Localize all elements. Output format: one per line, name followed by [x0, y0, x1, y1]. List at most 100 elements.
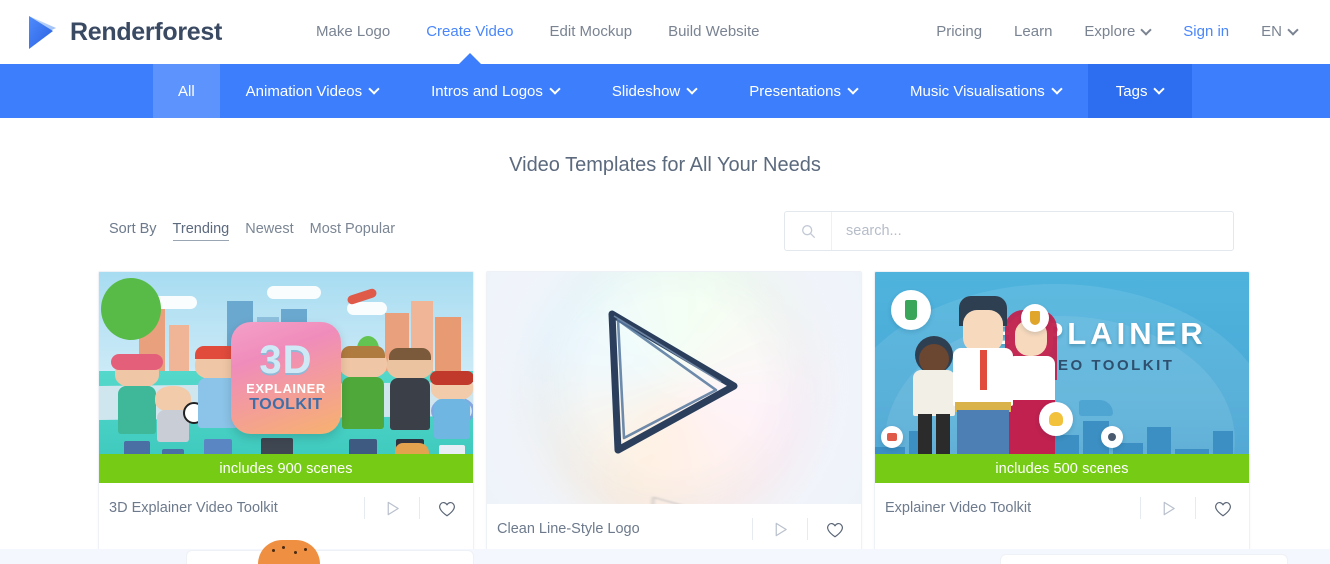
- chevron-down-icon: [1155, 85, 1164, 94]
- chevron-down-icon: [551, 85, 560, 94]
- category-item-intros-and-logos[interactable]: Intros and Logos: [405, 64, 586, 118]
- card-footer: 3D Explainer Video Toolkit: [99, 483, 473, 533]
- category-item-all-label: All: [178, 82, 195, 100]
- sort-by-label: Sort By: [109, 221, 157, 237]
- action-divider: [807, 518, 808, 540]
- chevron-down-icon: [1289, 26, 1298, 35]
- action-divider: [1140, 497, 1141, 519]
- nav-item-learn-label: Learn: [1014, 23, 1053, 40]
- heart-icon[interactable]: [1211, 496, 1235, 520]
- top-header: Renderforest Make Logo Create Video Edit…: [0, 0, 1330, 64]
- nav-item-pricing-label: Pricing: [936, 23, 983, 40]
- category-item-presentations-label: Presentations: [749, 82, 841, 100]
- nav-item-explore[interactable]: Explore: [1068, 0, 1167, 64]
- template-thumbnail[interactable]: [487, 272, 861, 504]
- category-item-music-visualisations[interactable]: Music Visualisations: [884, 64, 1088, 118]
- card-footer: Explainer Video Toolkit: [875, 483, 1249, 533]
- bubble-icon: [1021, 304, 1049, 332]
- template-card[interactable]: Clean Line-Style Logo: [486, 271, 862, 555]
- bubble-icon: [891, 290, 931, 330]
- sort-controls: Sort By Trending Newest Most Popular: [109, 221, 395, 241]
- action-divider: [364, 497, 365, 519]
- action-divider: [752, 518, 753, 540]
- nav-item-build-website[interactable]: Build Website: [650, 0, 777, 64]
- thumbnail-art-line-logo: [487, 272, 861, 504]
- template-card[interactable]: 3D EXPLAINER TOOLKIT includes 900 scenes…: [98, 271, 474, 555]
- bubble-icon: [881, 426, 903, 448]
- category-item-slideshow-label: Slideshow: [611, 82, 681, 100]
- search-input[interactable]: [832, 212, 1233, 250]
- scenes-badge: includes 500 scenes: [875, 454, 1249, 483]
- card-title: 3D Explainer Video Toolkit: [109, 500, 278, 516]
- bubble-icon: [1101, 426, 1123, 448]
- nav-item-explore-label: Explore: [1084, 23, 1136, 40]
- nav-item-pricing[interactable]: Pricing: [920, 0, 998, 64]
- card-actions: [1125, 495, 1235, 521]
- next-row-card[interactable]: [186, 550, 474, 564]
- thumbnail-badge: 3D EXPLAINER TOOLKIT: [231, 321, 341, 434]
- brand-logo[interactable]: Renderforest: [26, 14, 222, 51]
- category-item-intros-and-logos-label: Intros and Logos: [431, 82, 543, 100]
- template-thumbnail[interactable]: 3D EXPLAINER TOOLKIT includes 900 scenes: [99, 272, 473, 483]
- language-selector[interactable]: EN: [1245, 0, 1314, 64]
- play-icon[interactable]: [768, 517, 792, 541]
- toolbar: Sort By Trending Newest Most Popular: [109, 211, 1234, 251]
- sign-in-label: Sign in: [1183, 23, 1230, 40]
- card-actions: [737, 516, 847, 542]
- chevron-down-icon: [370, 85, 379, 94]
- heart-icon[interactable]: [435, 496, 459, 520]
- badge-line-1: 3D: [259, 338, 313, 382]
- play-icon[interactable]: [380, 496, 404, 520]
- next-row-strip: [0, 540, 1330, 564]
- play-icon[interactable]: [1156, 496, 1180, 520]
- nav-item-create-video-label: Create Video: [426, 23, 514, 40]
- category-item-animation-videos-label: Animation Videos: [245, 82, 363, 100]
- main-navigation: Make Logo Create Video Edit Mockup Build…: [298, 0, 778, 64]
- search-icon[interactable]: [785, 212, 832, 250]
- category-item-slideshow[interactable]: Slideshow: [586, 64, 723, 118]
- template-card[interactable]: EXPLAINER VIDEO TOOLKIT includes 500 sce…: [874, 271, 1250, 555]
- main-content: Video Templates for All Your Needs Sort …: [0, 154, 1330, 555]
- next-row-card[interactable]: [1000, 554, 1288, 564]
- template-thumbnail[interactable]: EXPLAINER VIDEO TOOLKIT includes 500 sce…: [875, 272, 1249, 483]
- action-divider: [419, 497, 420, 519]
- heart-icon[interactable]: [823, 517, 847, 541]
- brand-name: Renderforest: [70, 17, 222, 46]
- action-divider: [1195, 497, 1196, 519]
- play-triangle-logo-icon: [26, 14, 59, 51]
- chevron-down-icon: [849, 85, 858, 94]
- nav-item-make-logo[interactable]: Make Logo: [298, 0, 408, 64]
- thumbnail-art-3d-explainer: 3D EXPLAINER TOOLKIT: [99, 272, 473, 483]
- category-item-tags[interactable]: Tags: [1087, 64, 1193, 118]
- category-item-animation-videos[interactable]: Animation Videos: [220, 64, 405, 118]
- chevron-down-icon: [1053, 85, 1062, 94]
- card-actions: [349, 495, 459, 521]
- sort-option-newest[interactable]: Newest: [245, 221, 293, 240]
- nav-active-caret-icon: [458, 53, 481, 64]
- thumbnail-art-explainer-toolkit: EXPLAINER VIDEO TOOLKIT: [875, 272, 1249, 483]
- category-item-tags-label: Tags: [1115, 82, 1148, 100]
- language-label: EN: [1261, 23, 1282, 40]
- badge-line-3: TOOLKIT: [249, 396, 323, 413]
- category-item-all[interactable]: All: [153, 64, 220, 118]
- search-box[interactable]: [784, 211, 1234, 251]
- card-title: Explainer Video Toolkit: [885, 500, 1032, 516]
- badge-line-2: EXPLAINER: [246, 381, 326, 396]
- chevron-down-icon: [1142, 26, 1151, 35]
- category-item-music-visualisations-label: Music Visualisations: [910, 82, 1045, 100]
- bubble-icon: [1039, 402, 1073, 436]
- right-navigation: Pricing Learn Explore Sign in EN: [920, 0, 1314, 64]
- scenes-badge: includes 900 scenes: [99, 454, 473, 483]
- nav-item-learn[interactable]: Learn: [998, 0, 1068, 64]
- category-bar: All Animation Videos Intros and Logos Sl…: [0, 64, 1330, 118]
- chevron-down-icon: [688, 85, 697, 94]
- card-footer: Clean Line-Style Logo: [487, 504, 861, 554]
- category-item-presentations[interactable]: Presentations: [723, 64, 884, 118]
- sort-option-trending[interactable]: Trending: [172, 221, 230, 241]
- page-title: Video Templates for All Your Needs: [509, 154, 821, 176]
- sign-in-link[interactable]: Sign in: [1167, 0, 1245, 64]
- nav-item-create-video[interactable]: Create Video: [408, 0, 531, 64]
- nav-item-edit-mockup[interactable]: Edit Mockup: [532, 0, 651, 64]
- card-title: Clean Line-Style Logo: [497, 521, 640, 537]
- sort-option-most-popular[interactable]: Most Popular: [310, 221, 395, 240]
